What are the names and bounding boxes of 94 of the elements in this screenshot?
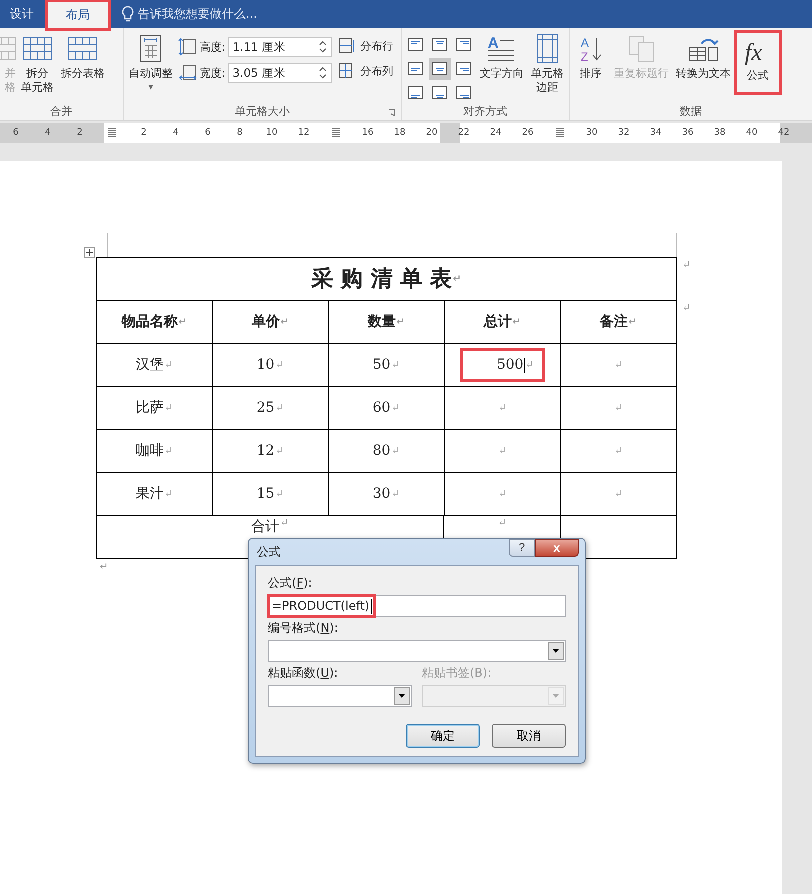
ruler-number: 20 <box>426 128 438 138</box>
ribbon-button[interactable]: A 文字方向 <box>478 32 526 83</box>
dialog-button[interactable]: 确定 <box>406 724 480 748</box>
distribute-rows-icon <box>338 38 357 54</box>
ribbon-button[interactable]: fx 公式 <box>736 32 780 93</box>
group-label: 对齐方式 <box>464 104 508 118</box>
row-end-mark: ↵ <box>682 303 691 314</box>
table-cell: 15↵ <box>213 473 329 516</box>
table-cell: 比萨↵ <box>97 387 213 430</box>
group-label: 数据 <box>680 104 702 118</box>
column-width-icon <box>178 64 198 82</box>
table-cell: ↵ <box>561 430 677 473</box>
table-cell: 50↵ <box>329 344 445 387</box>
align-button[interactable] <box>429 58 451 80</box>
ruler-number: 36 <box>682 128 694 138</box>
text-cursor <box>370 598 372 614</box>
ruler-marker-icon[interactable] <box>107 128 117 138</box>
ruler-number: 2 <box>141 128 147 138</box>
table-cell: 汉堡↵ <box>97 344 213 387</box>
field-label: 公式(F): <box>268 575 312 592</box>
ruler-number: 24 <box>490 128 502 138</box>
ruler-number: 40 <box>746 128 758 138</box>
ruler-marker-icon[interactable] <box>555 128 565 138</box>
field-label: 高度: <box>200 40 226 54</box>
table-cell: 咖啡↵ <box>97 430 213 473</box>
lightbulb-icon <box>122 6 134 22</box>
table-cell: 25↵ <box>213 387 329 430</box>
table-cell: ↵ <box>445 430 561 473</box>
table-cell: 10↵ <box>213 344 329 387</box>
ribbon-button[interactable]: 拆分表格 <box>59 32 107 83</box>
ribbon-tab[interactable]: 设计 <box>0 0 44 28</box>
ruler-number: 6 <box>13 128 19 138</box>
ruler-number: 2 <box>77 128 83 138</box>
ruler-number: 4 <box>45 128 51 138</box>
field-label: 粘贴函数(U): <box>268 665 338 682</box>
table-cell: 30↵ <box>329 473 445 516</box>
column-header: 物品名称↵ <box>97 301 213 344</box>
ribbon-button[interactable]: 单元格 边距 <box>529 32 566 97</box>
column-header: 数量↵ <box>329 301 445 344</box>
table-cell: 60↵ <box>329 387 445 430</box>
field-label: 宽度: <box>200 66 226 80</box>
column-header: 单价↵ <box>213 301 329 344</box>
dialog-button[interactable]: 取消 <box>492 724 566 748</box>
table-cell: 80↵ <box>329 430 445 473</box>
column-header: 总计↵ <box>445 301 561 344</box>
ruler-number: 12 <box>298 128 310 138</box>
ruler-number: 42 <box>778 128 790 138</box>
table-cell: 500↵ <box>445 344 561 387</box>
ribbon-button[interactable]: 拆分 单元格 <box>19 32 56 97</box>
help-button[interactable]: ? <box>509 539 535 557</box>
ribbon-button[interactable]: 自动调整 ▾ <box>127 32 175 97</box>
ruler-number: 26 <box>522 128 534 138</box>
dialog-launcher-icon[interactable] <box>388 109 396 117</box>
table-move-handle-icon[interactable] <box>84 247 95 258</box>
ruler-number: 32 <box>618 128 630 138</box>
ruler-number: 38 <box>714 128 726 138</box>
ribbon-button[interactable]: 分布行 <box>338 38 394 54</box>
ruler-number: 8 <box>237 128 243 138</box>
table-cell: ↵ <box>561 344 677 387</box>
row-end-mark: ↵ <box>682 260 691 271</box>
ruler-number: 10 <box>266 128 278 138</box>
paragraph-mark: ↵ <box>100 562 110 573</box>
table-title: 采 购 清 单 表↵ <box>97 258 677 301</box>
ruler-number: 22 <box>458 128 470 138</box>
table-cell: 12↵ <box>213 430 329 473</box>
column-header: 备注↵ <box>561 301 677 344</box>
ruler-number: 6 <box>205 128 211 138</box>
row-height-icon <box>178 38 198 56</box>
table-cell: 果汁↵ <box>97 473 213 516</box>
spin-arrows-icon[interactable] <box>318 66 327 80</box>
ribbon-button[interactable]: 转换为文本 <box>674 32 733 83</box>
text-cursor <box>524 358 525 372</box>
table-cell: ↵ <box>445 473 561 516</box>
table-cell: ↵ <box>561 387 677 430</box>
table-cell: ↵ <box>445 387 561 430</box>
formula-icon: fx <box>742 36 774 66</box>
ribbon-button[interactable]: 分布列 <box>338 63 394 79</box>
dialog-title: 公式 <box>257 544 281 560</box>
group-label: 单元格大小 <box>235 104 290 118</box>
ruler-number: 4 <box>173 128 179 138</box>
spin-arrows-icon[interactable] <box>318 40 327 54</box>
field-label: 编号格式(N): <box>268 620 338 637</box>
ruler-number: 34 <box>650 128 662 138</box>
ruler-number: 18 <box>394 128 406 138</box>
ribbon-button[interactable]: A Z 排序 <box>573 32 609 83</box>
ruler-number: 16 <box>362 128 374 138</box>
field-label: 粘贴书签(B): <box>422 665 492 682</box>
table-cell: ↵ <box>561 473 677 516</box>
ruler-number: 30 <box>586 128 598 138</box>
ribbon-tab[interactable]: 布局 <box>48 2 108 28</box>
ruler-marker-icon[interactable] <box>331 128 341 138</box>
formula-field[interactable]: =PRODUCT(left) <box>268 595 566 617</box>
tell-me-field[interactable]: 告诉我您想要做什么... <box>138 6 258 22</box>
group-label: 合并 <box>50 104 72 118</box>
